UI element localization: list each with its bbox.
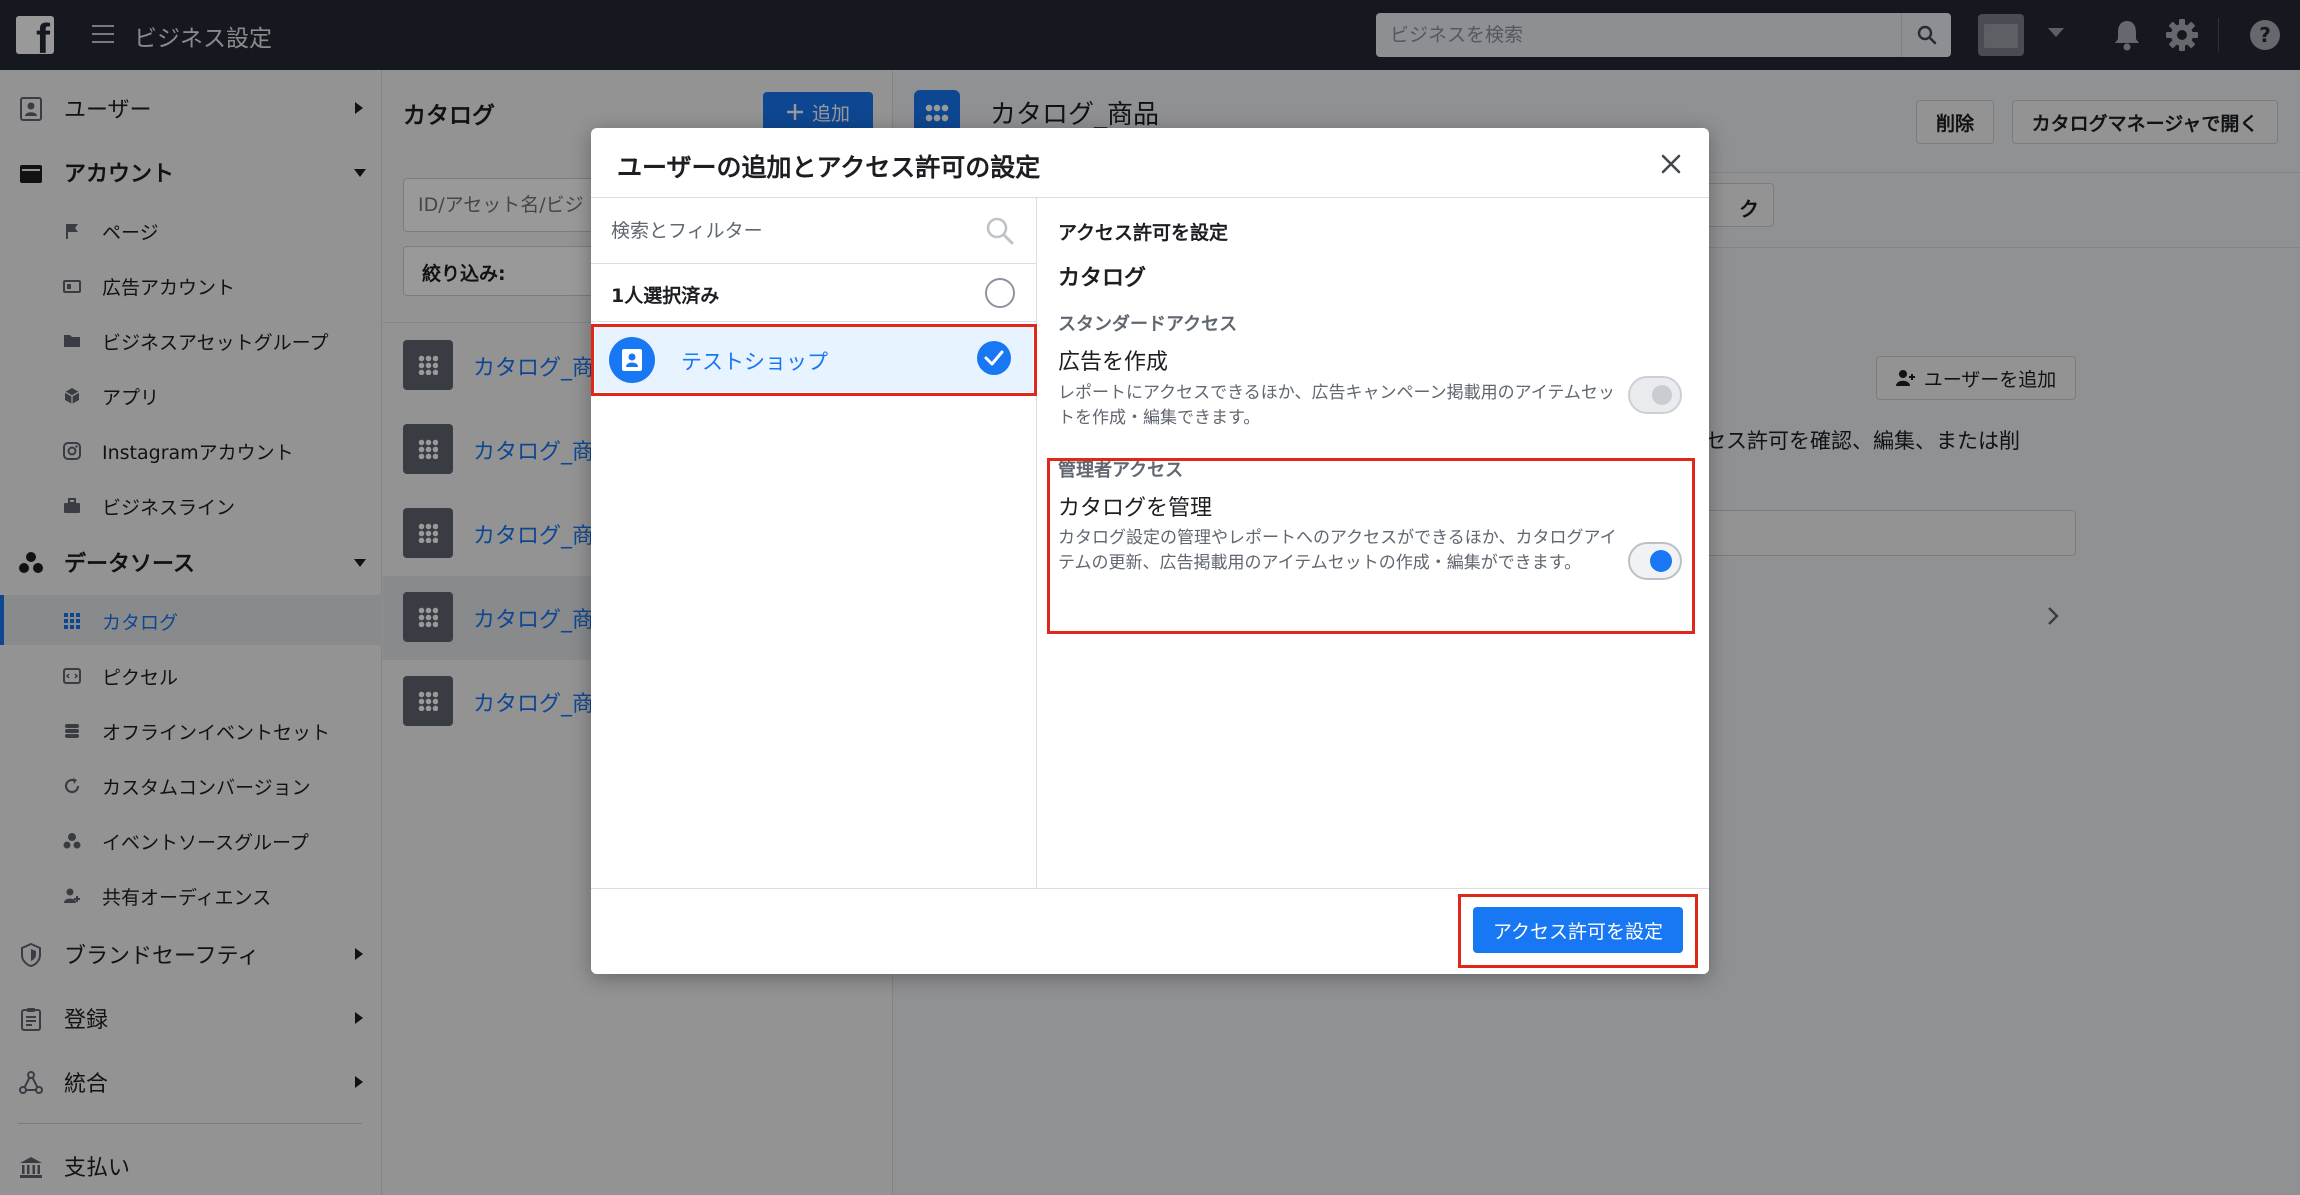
selected-check[interactable] [977,341,1011,375]
set-permissions-button[interactable]: アクセス許可を設定 [1473,907,1683,953]
user-search [591,198,1037,264]
avatar [609,337,655,383]
search-icon [986,217,1014,245]
user-name: テストショップ [681,350,828,374]
manage-catalog-title: カタログを管理 [1058,496,1213,521]
user-card-icon [622,349,642,371]
select-all-checkbox[interactable] [985,278,1015,308]
permissions-panel: アクセス許可を設定 カタログ スタンダードアクセス 広告を作成 レポートにアクセ… [1038,198,1709,888]
create-ads-description: レポートにアクセスできるほか、広告キャンペーン掲載用のアイテムセットを作成・編集… [1058,383,1615,428]
manage-catalog-toggle[interactable] [1628,542,1682,580]
user-row-selected[interactable]: テストショップ [595,326,1033,392]
asset-type-label: カタログ [1058,266,1147,291]
create-ads-toggle[interactable] [1628,376,1682,414]
selected-count: 1人選択済み [611,285,720,307]
selected-count-row: 1人選択済み [591,264,1037,322]
manage-catalog-description: カタログ設定の管理やレポートへのアクセスができるほか、カタログアイテムの更新、広… [1058,528,1617,573]
toggle-knob [1652,385,1672,405]
user-search-input[interactable] [591,198,971,264]
standard-access-section: スタンダードアクセス [1058,314,1238,335]
dialog-header: ユーザーの追加とアクセス許可の設定 [591,128,1709,198]
user-selection-panel: 1人選択済み テストショップ [591,198,1037,888]
dialog-title: ユーザーの追加とアクセス許可の設定 [617,153,1041,182]
dialog-footer: アクセス許可を設定 [591,888,1709,974]
close-icon[interactable] [1655,148,1687,180]
checkmark-icon [984,350,1004,366]
create-ads-title: 広告を作成 [1058,350,1169,375]
toggle-knob [1650,550,1672,572]
permissions-heading: アクセス許可を設定 [1058,222,1229,244]
add-user-permissions-dialog: ユーザーの追加とアクセス許可の設定 1人選択済み テストショップ アクセス許可を… [591,128,1709,974]
admin-access-section: 管理者アクセス [1058,460,1184,481]
